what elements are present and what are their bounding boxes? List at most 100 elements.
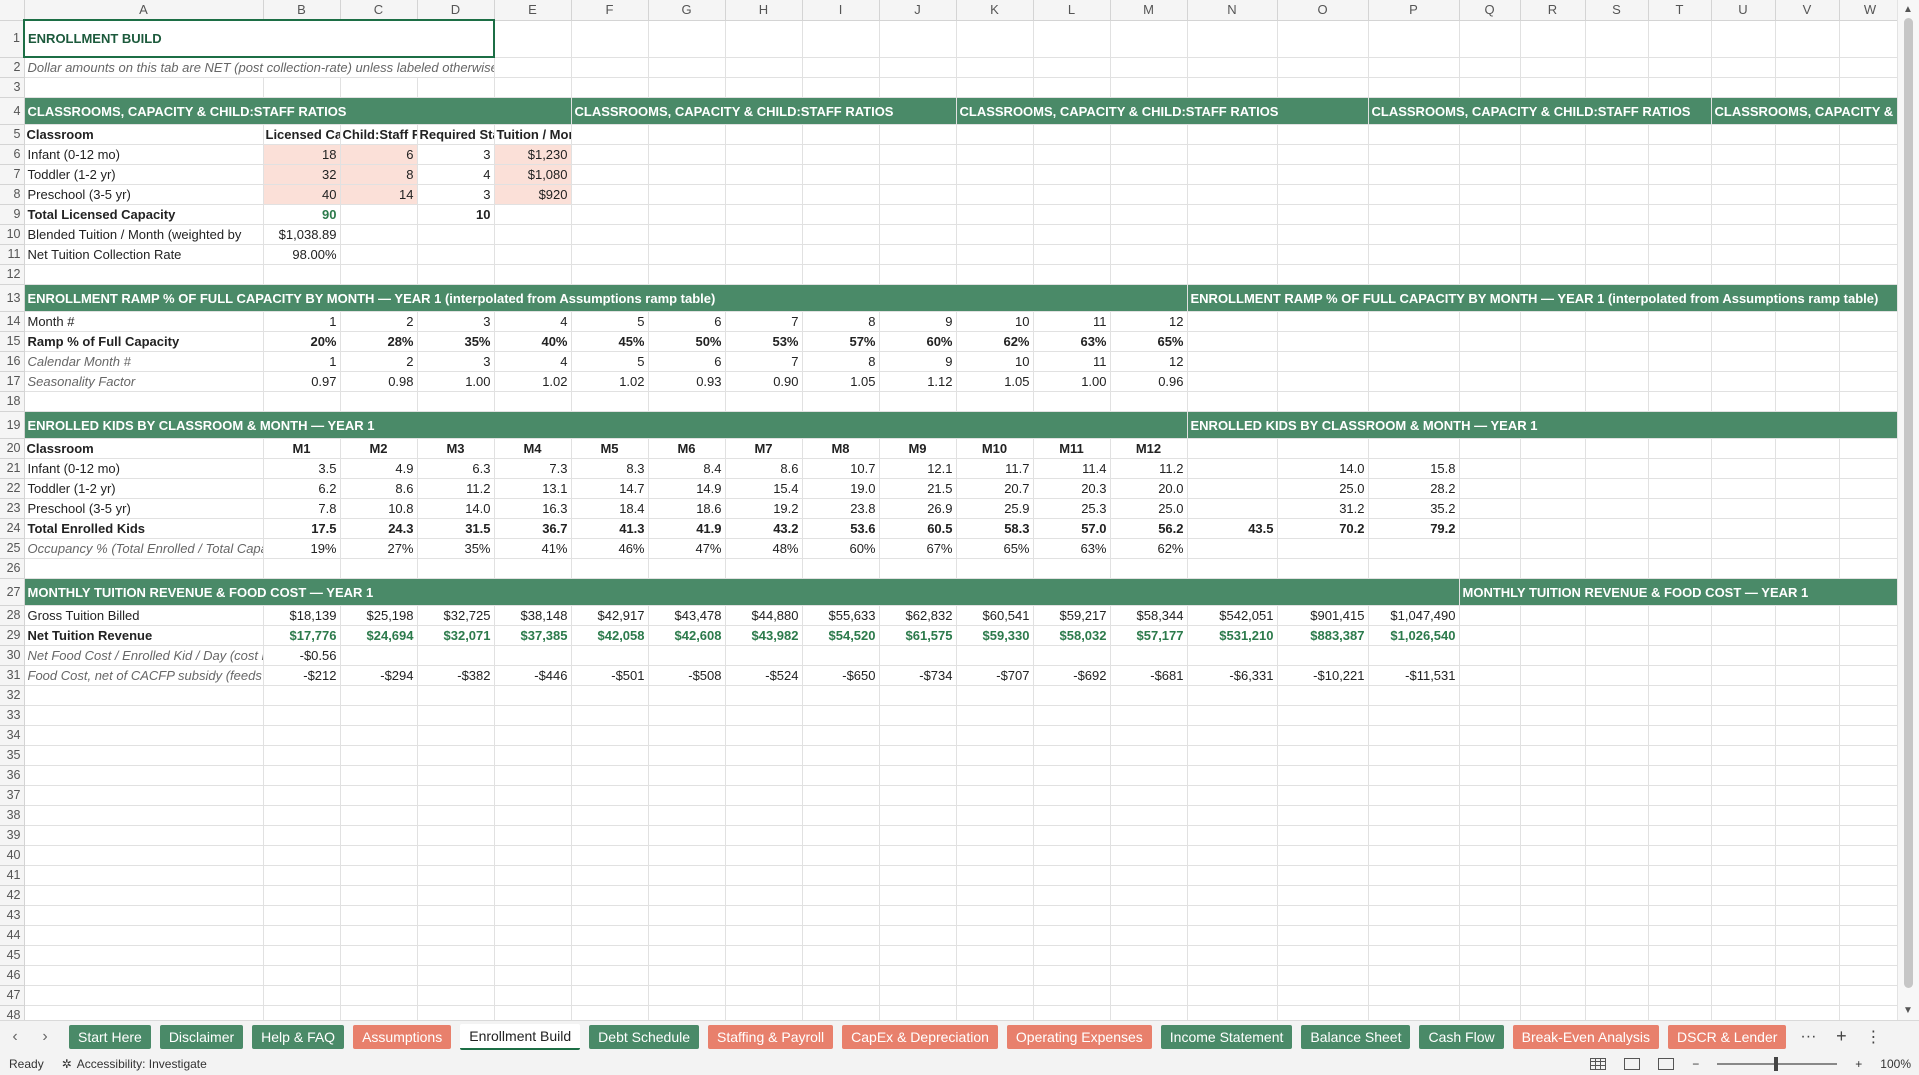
cell-H26[interactable] [725,558,803,579]
cell-G17[interactable]: 0.93 [648,371,726,392]
cell-E46[interactable] [494,965,572,986]
column-header-H[interactable]: H [725,0,803,21]
cell-S47[interactable] [1585,985,1649,1006]
cell-O47[interactable] [1277,985,1369,1006]
cell-I26[interactable] [802,558,880,579]
cell-K6[interactable] [956,144,1034,165]
cell-J37[interactable] [879,785,957,806]
cell-I46[interactable] [802,965,880,986]
cell-S45[interactable] [1585,945,1649,966]
cell-G44[interactable] [648,925,726,946]
cell-P47[interactable] [1368,985,1460,1006]
cell-W20[interactable] [1839,438,1897,459]
cell-O48[interactable] [1277,1005,1369,1020]
cell-V21[interactable] [1775,458,1840,479]
cell-W24[interactable] [1839,518,1897,539]
cell-C8[interactable]: 14 [340,184,418,205]
cell-S11[interactable] [1585,244,1649,265]
row-header[interactable]: 48 [0,1005,25,1020]
cell-E6[interactable]: $1,230 [494,144,572,165]
cell-S6[interactable] [1585,144,1649,165]
cell-F10[interactable] [571,224,649,245]
cell-I35[interactable] [802,745,880,766]
cell-D9[interactable]: 10 [417,204,495,225]
cell-V23[interactable] [1775,498,1840,519]
cell-Q46[interactable] [1459,965,1521,986]
cell-V47[interactable] [1775,985,1840,1006]
cell-U33[interactable] [1711,705,1776,726]
cell-I48[interactable] [802,1005,880,1020]
cell-K32[interactable] [956,685,1034,706]
cell-N5[interactable] [1187,124,1278,145]
cell-R14[interactable] [1520,311,1586,332]
cell-J20[interactable]: M9 [879,438,957,459]
row-header[interactable]: 24 [0,518,25,539]
cell-N26[interactable] [1187,558,1278,579]
row-header[interactable]: 30 [0,645,25,666]
cell-W7[interactable] [1839,164,1897,185]
cell-R12[interactable] [1520,264,1586,285]
cell-E29[interactable]: $37,385 [494,625,572,646]
cell-C35[interactable] [340,745,418,766]
cell-I28[interactable]: $55,633 [802,605,880,626]
cell-Q24[interactable] [1459,518,1521,539]
cell-H7[interactable] [725,164,803,185]
cell-P16[interactable] [1368,351,1460,372]
cell-R40[interactable] [1520,845,1586,866]
cell-Q42[interactable] [1459,885,1521,906]
cell-M21[interactable]: 11.2 [1110,458,1188,479]
cell-R7[interactable] [1520,164,1586,185]
cell-U29[interactable] [1711,625,1776,646]
cell-K36[interactable] [956,765,1034,786]
cell-W10[interactable] [1839,224,1897,245]
cell-J10[interactable] [879,224,957,245]
cell-S17[interactable] [1585,371,1649,392]
cell-L23[interactable]: 25.3 [1033,498,1111,519]
cell-L14[interactable]: 11 [1033,311,1111,332]
cell-B36[interactable] [263,765,341,786]
cell-I37[interactable] [802,785,880,806]
cell-J47[interactable] [879,985,957,1006]
cell-F37[interactable] [571,785,649,806]
cell-W6[interactable] [1839,144,1897,165]
cell-B8[interactable]: 40 [263,184,341,205]
cell-K8[interactable] [956,184,1034,205]
cell-G38[interactable] [648,805,726,826]
cell-F42[interactable] [571,885,649,906]
cell-F24[interactable]: 41.3 [571,518,649,539]
cell-P20[interactable] [1368,438,1460,459]
cell-M46[interactable] [1110,965,1188,986]
cell-K16[interactable]: 10 [956,351,1034,372]
cell-W1[interactable] [1839,20,1897,58]
cell-J7[interactable] [879,164,957,185]
cell-C40[interactable] [340,845,418,866]
cell-K48[interactable] [956,1005,1034,1020]
tab-operating-expenses[interactable]: Operating Expenses [1006,1024,1152,1049]
cell-U12[interactable] [1711,264,1776,285]
section-header[interactable]: MONTHLY TUITION REVENUE & FOOD COST — YE… [1459,578,1897,606]
cell-C31[interactable]: -$294 [340,665,418,686]
cell-F35[interactable] [571,745,649,766]
cell-V2[interactable] [1775,57,1840,78]
cell-G32[interactable] [648,685,726,706]
cell-O28[interactable]: $901,415 [1277,605,1369,626]
cell-S32[interactable] [1585,685,1649,706]
cell-G16[interactable]: 6 [648,351,726,372]
cell-T18[interactable] [1648,391,1712,412]
cell-U18[interactable] [1711,391,1776,412]
cell-M43[interactable] [1110,905,1188,926]
cell-F28[interactable]: $42,917 [571,605,649,626]
cell-D14[interactable]: 3 [417,311,495,332]
cell-L25[interactable]: 63% [1033,538,1111,559]
cell-M9[interactable] [1110,204,1188,225]
cell-B48[interactable] [263,1005,341,1020]
cell-H24[interactable]: 43.2 [725,518,803,539]
cell-B26[interactable] [263,558,341,579]
cell-U9[interactable] [1711,204,1776,225]
cell-P42[interactable] [1368,885,1460,906]
cell-L18[interactable] [1033,391,1111,412]
cell-O36[interactable] [1277,765,1369,786]
cell-M39[interactable] [1110,825,1188,846]
cell-Q35[interactable] [1459,745,1521,766]
cell-R23[interactable] [1520,498,1586,519]
